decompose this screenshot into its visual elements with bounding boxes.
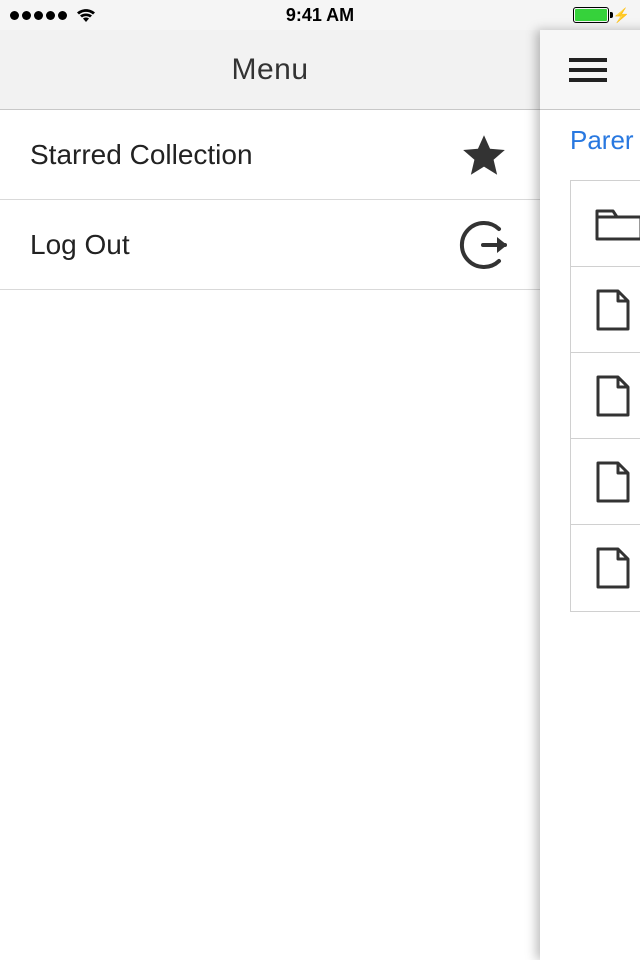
menu-panel: Menu Starred Collection Log Out xyxy=(0,30,540,960)
logout-icon xyxy=(458,219,510,271)
menu-item-starred[interactable]: Starred Collection xyxy=(0,110,540,200)
menu-list: Starred Collection Log Out xyxy=(0,110,540,290)
list-item[interactable] xyxy=(571,267,640,353)
hamburger-icon[interactable] xyxy=(558,30,618,110)
star-icon xyxy=(458,129,510,181)
status-bar: 9:41 AM ⚡ xyxy=(0,0,640,30)
list-item[interactable] xyxy=(571,353,640,439)
list-item[interactable] xyxy=(571,525,640,611)
wifi-icon xyxy=(75,7,97,23)
content-list xyxy=(570,180,640,612)
charging-icon: ⚡ xyxy=(613,7,630,24)
status-time: 9:41 AM xyxy=(286,5,354,26)
content-navbar xyxy=(540,30,640,110)
signal-dots-icon xyxy=(10,11,67,20)
menu-item-logout[interactable]: Log Out xyxy=(0,200,540,290)
file-icon xyxy=(595,374,631,418)
breadcrumb[interactable]: Parer xyxy=(540,110,640,170)
file-icon xyxy=(595,546,631,590)
list-item[interactable] xyxy=(571,439,640,525)
folder-icon xyxy=(595,205,640,243)
file-icon xyxy=(595,288,631,332)
content-panel: Parer xyxy=(540,30,640,960)
battery-icon xyxy=(573,7,609,23)
menu-item-label: Starred Collection xyxy=(30,139,253,171)
menu-item-label: Log Out xyxy=(30,229,130,261)
file-icon xyxy=(595,460,631,504)
menu-title: Menu xyxy=(0,30,540,110)
list-item[interactable] xyxy=(571,181,640,267)
